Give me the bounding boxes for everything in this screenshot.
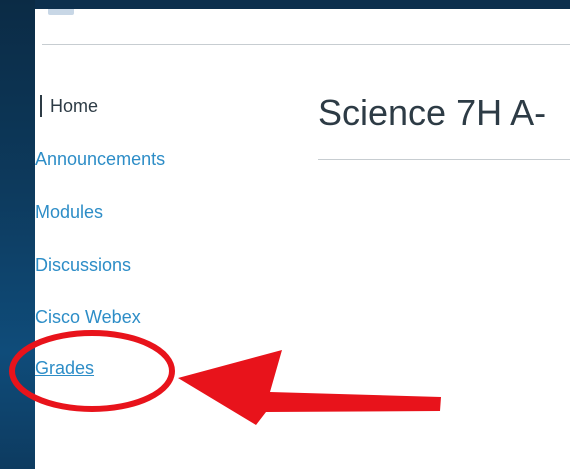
nav-item-announcements[interactable]: Announcements (35, 148, 165, 170)
top-header-bar (35, 0, 570, 9)
pointer-arrow (178, 350, 441, 425)
nav-item-grades[interactable]: Grades (35, 357, 94, 379)
annotation-overlay (9, 330, 441, 425)
header-divider (42, 44, 570, 45)
nav-item-discussions[interactable]: Discussions (35, 254, 131, 276)
page-title: Science 7H A- (318, 92, 547, 133)
title-divider (318, 159, 570, 160)
nav-item-modules[interactable]: Modules (35, 201, 103, 223)
top-tab-indicator (48, 9, 74, 15)
nav-item-cisco-webex[interactable]: Cisco Webex (35, 306, 141, 328)
global-nav-rail (0, 0, 35, 469)
nav-item-home[interactable]: Home (40, 95, 98, 117)
